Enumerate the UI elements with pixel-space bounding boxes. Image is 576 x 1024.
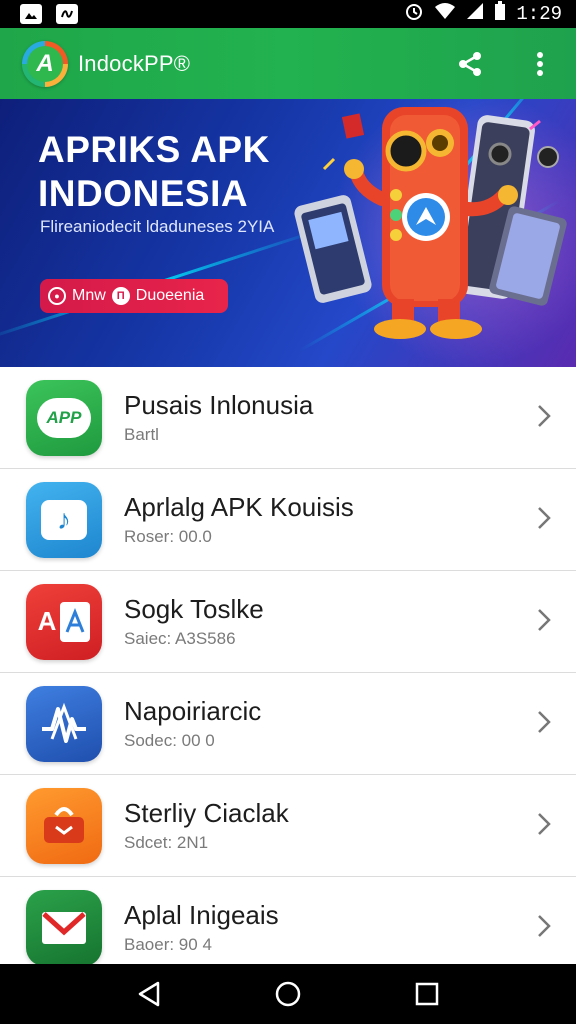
chevron-right-icon (538, 813, 551, 835)
wifi-icon (434, 2, 456, 26)
promo-banner[interactable]: APRIKS APK INDONESIA Flireaniodecit ldad… (0, 99, 576, 367)
system-nav-bar (0, 964, 576, 1024)
app-title: Pusais Inlonusia (124, 390, 314, 420)
app-title: Aprlalg APK Kouisis (124, 492, 354, 522)
chevron-right-icon (538, 711, 551, 733)
back-icon[interactable] (131, 976, 167, 1012)
list-item[interactable]: APP Pusais Inlonusia Bartl (0, 367, 576, 469)
banner-pill-right: Duoeenia (135, 287, 205, 304)
translate-icon: A (26, 583, 102, 660)
list-item[interactable]: Sterliy Ciaclak Sdcet: 2N1 (0, 775, 576, 877)
list-item[interactable]: A Sogk Toslke Saiec: A3S586 (0, 571, 576, 673)
app-logo[interactable]: A (22, 40, 68, 87)
banner-pill-left: Mnw (72, 287, 106, 304)
app-bar: A IndockPP® (0, 28, 576, 99)
banner-title: APRIKS APK INDONESIA (38, 128, 270, 216)
home-icon[interactable] (270, 976, 306, 1012)
recents-icon[interactable] (409, 976, 445, 1012)
image-icon (20, 4, 42, 24)
alarm-icon (404, 1, 424, 27)
chevron-right-icon (538, 507, 551, 529)
notification-icon (56, 4, 78, 24)
status-time: 1:29 (516, 3, 562, 25)
app-list: APP Pusais Inlonusia Bartl ♪ Aprlalg APK… (0, 367, 576, 964)
row-icon-glyph: A (37, 606, 57, 636)
app-title: Sterliy Ciaclak (124, 798, 289, 828)
row-icon-glyph: ♪ (57, 503, 71, 535)
chevron-right-icon (538, 405, 551, 427)
chevron-right-icon (538, 915, 551, 937)
battery-icon (494, 1, 506, 27)
chevron-right-icon (538, 609, 551, 631)
app-subtitle: Sdcet: 2N1 (124, 833, 209, 852)
status-bar: 1:29 (0, 0, 576, 28)
share-icon[interactable] (454, 48, 486, 80)
app-subtitle: Baoer: 90 4 (124, 935, 212, 954)
mail-icon: M (26, 889, 102, 964)
toolbox-icon (26, 787, 102, 864)
app-subtitle: Saiec: A3S586 (124, 629, 236, 648)
app-title: Sogk Toslke (124, 594, 264, 624)
banner-subtitle: Flireaniodecit ldaduneses 2YIA (40, 217, 275, 236)
app-logo-icon: APP (26, 379, 102, 456)
app-title: IndockPP® (78, 50, 191, 76)
more-vert-icon[interactable] (524, 48, 556, 80)
list-item[interactable]: ♪ Aprlalg APK Kouisis Roser: 00.0 (0, 469, 576, 571)
circle-icon: ● (48, 287, 66, 305)
app-subtitle: Bartl (124, 425, 159, 444)
mascot-illustration (294, 107, 567, 339)
banner-title-line1: APRIKS APK (38, 129, 270, 170)
banner-title-line2: INDONESIA (38, 173, 249, 214)
app-title: Aplal Inigeais (124, 900, 279, 930)
signal-icon (466, 2, 484, 26)
app-logo-letter: A (27, 45, 63, 82)
tag-icon: Π (111, 287, 130, 305)
row-icon-glyph: APP (46, 407, 82, 427)
list-item[interactable]: M Aplal Inigeais Baoer: 90 4 (0, 877, 576, 964)
app-subtitle: Sodec: 00 0 (124, 731, 215, 750)
app-title: Napoiriarcic (124, 696, 262, 726)
app-subtitle: Roser: 00.0 (124, 527, 212, 546)
waveform-icon: A (26, 685, 102, 762)
music-note-icon: ♪ (26, 481, 102, 558)
list-item[interactable]: A Napoiriarcic Sodec: 00 0 (0, 673, 576, 775)
banner-cta-button[interactable]: ● Mnw Π Duoeenia (40, 279, 228, 313)
